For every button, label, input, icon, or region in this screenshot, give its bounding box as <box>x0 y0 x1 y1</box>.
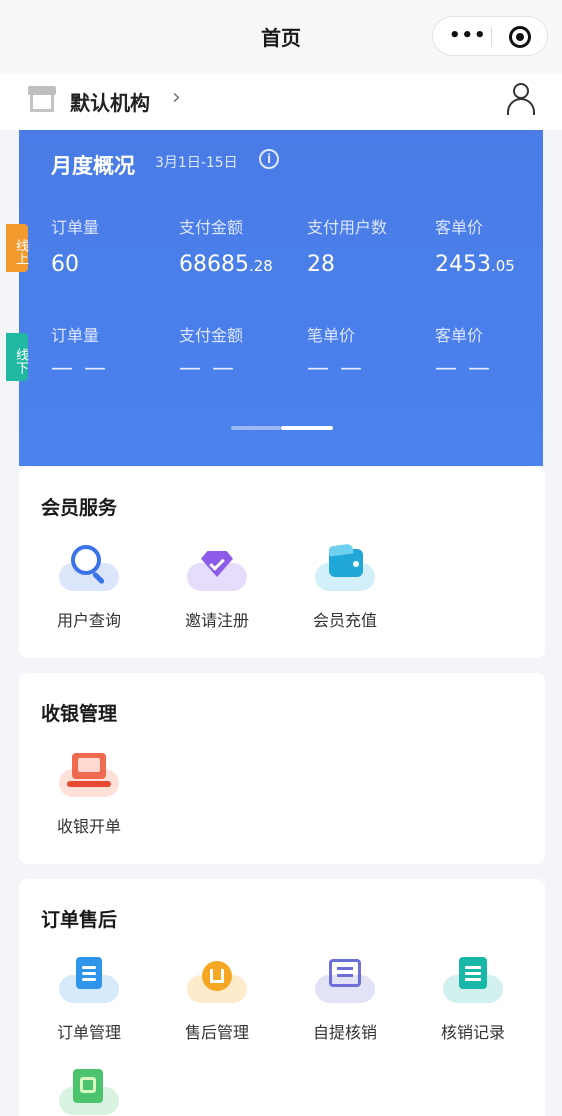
metric-label: 笔单价 <box>307 326 356 345</box>
tile-label: 核销记录 <box>440 1023 505 1042</box>
store-icon <box>28 86 56 112</box>
cashier-icon <box>59 751 119 797</box>
section-title: 订单售后 <box>41 909 118 931</box>
offline-metric-per-order: 笔单价 — — <box>307 322 364 381</box>
offline-metric-avg-price: 客单价 — — <box>435 322 492 381</box>
target-icon[interactable] <box>509 26 531 48</box>
after-sale-management-tile[interactable]: 售后管理 <box>157 957 277 1043</box>
ticket-tile[interactable] <box>29 1069 149 1115</box>
invite-register-tile[interactable]: 邀请注册 <box>157 545 277 631</box>
metric-label: 支付用户数 <box>307 218 388 237</box>
member-services-card: 会员服务 用户查询 邀请注册 会员充值 <box>19 467 545 658</box>
org-bar: 默认机构 › <box>0 74 562 130</box>
overview-date-range: 3月1日-15日 <box>155 155 238 171</box>
scan-icon <box>315 957 375 1003</box>
org-selector[interactable]: 默认机构 <box>70 87 150 116</box>
wallet-icon <box>315 543 375 591</box>
cashier-order-tile[interactable]: 收银开单 <box>29 751 149 837</box>
user-query-tile[interactable]: 用户查询 <box>29 545 149 631</box>
online-metric-amount: 支付金额 68685.28 <box>179 214 273 277</box>
offline-side-tab[interactable]: 线下 <box>6 333 28 381</box>
metric-value: — — <box>51 356 108 381</box>
monthly-overview-card[interactable]: 月度概况 3月1日-15日 i 订单量 60 支付金额 68685.28 支付用… <box>19 130 543 466</box>
pager-dot-2-active[interactable] <box>281 426 333 430</box>
chevron-right-icon[interactable]: › <box>172 85 181 110</box>
metric-value: — — <box>307 356 364 381</box>
section-title: 会员服务 <box>41 497 118 519</box>
order-management-tile[interactable]: 订单管理 <box>29 957 149 1043</box>
top-navbar: 首页 ••• <box>0 0 562 74</box>
metric-label: 订单量 <box>51 218 100 237</box>
tile-label: 售后管理 <box>184 1023 249 1042</box>
diamond-icon <box>187 545 247 591</box>
online-metric-users: 支付用户数 28 <box>307 214 387 277</box>
metric-value: 2453.05 <box>435 252 515 277</box>
section-title: 收银管理 <box>41 703 118 725</box>
pickup-verify-tile[interactable]: 自提核销 <box>285 957 405 1043</box>
metric-value: 60 <box>51 252 79 277</box>
info-icon[interactable]: i <box>259 149 279 169</box>
user-icon[interactable] <box>506 83 536 115</box>
after-sale-icon <box>187 957 247 1003</box>
cashier-management-card: 收银管理 收银开单 <box>19 673 545 864</box>
online-side-tab[interactable]: 线上 <box>6 224 28 272</box>
pager-dot-1[interactable] <box>231 426 281 430</box>
tile-label: 自提核销 <box>312 1023 377 1042</box>
overview-title: 月度概况 <box>51 154 135 178</box>
tile-label: 收银开单 <box>56 817 121 836</box>
mini-program-capsule: ••• <box>432 16 548 56</box>
orders-aftersales-card: 订单售后 订单管理 售后管理 自提核销 核销记录 <box>19 879 545 1116</box>
verify-records-tile[interactable]: 核销记录 <box>413 957 533 1043</box>
more-dots-icon[interactable]: ••• <box>449 27 487 45</box>
tile-label: 用户查询 <box>56 611 121 630</box>
tile-label: 邀请注册 <box>184 611 249 630</box>
offline-metric-amount: 支付金额 — — <box>179 322 243 381</box>
metric-label: 支付金额 <box>179 218 244 237</box>
metric-label: 订单量 <box>51 326 100 345</box>
tile-label: 订单管理 <box>56 1023 121 1042</box>
ticket-icon <box>59 1069 119 1115</box>
metric-value: 28 <box>307 252 335 277</box>
order-doc-icon <box>59 957 119 1003</box>
metric-label: 客单价 <box>435 326 484 345</box>
metric-value: 68685.28 <box>179 252 273 277</box>
record-icon <box>443 957 503 1003</box>
offline-metric-orders: 订单量 — — <box>51 322 108 381</box>
capsule-divider <box>491 27 492 47</box>
metric-label: 客单价 <box>435 218 484 237</box>
search-icon <box>59 545 119 591</box>
online-metric-orders: 订单量 60 <box>51 214 99 277</box>
metric-value: — — <box>179 356 236 381</box>
tile-label: 会员充值 <box>312 611 377 630</box>
online-metric-avg-price: 客单价 2453.05 <box>435 214 515 277</box>
member-recharge-tile[interactable]: 会员充值 <box>285 543 405 631</box>
metric-label: 支付金额 <box>179 326 244 345</box>
metric-value: — — <box>435 356 492 381</box>
